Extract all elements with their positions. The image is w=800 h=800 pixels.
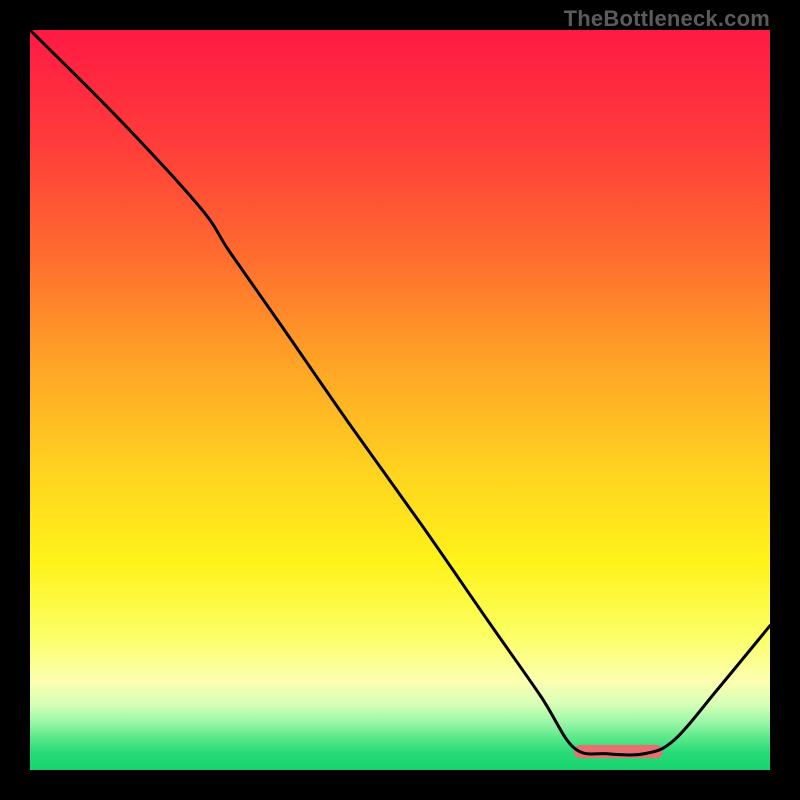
watermark-text: TheBottleneck.com bbox=[564, 6, 770, 32]
bottleneck-curve bbox=[30, 30, 770, 755]
chart-container: TheBottleneck.com bbox=[0, 0, 800, 800]
plot-area bbox=[30, 30, 770, 770]
curve-layer bbox=[30, 30, 770, 770]
